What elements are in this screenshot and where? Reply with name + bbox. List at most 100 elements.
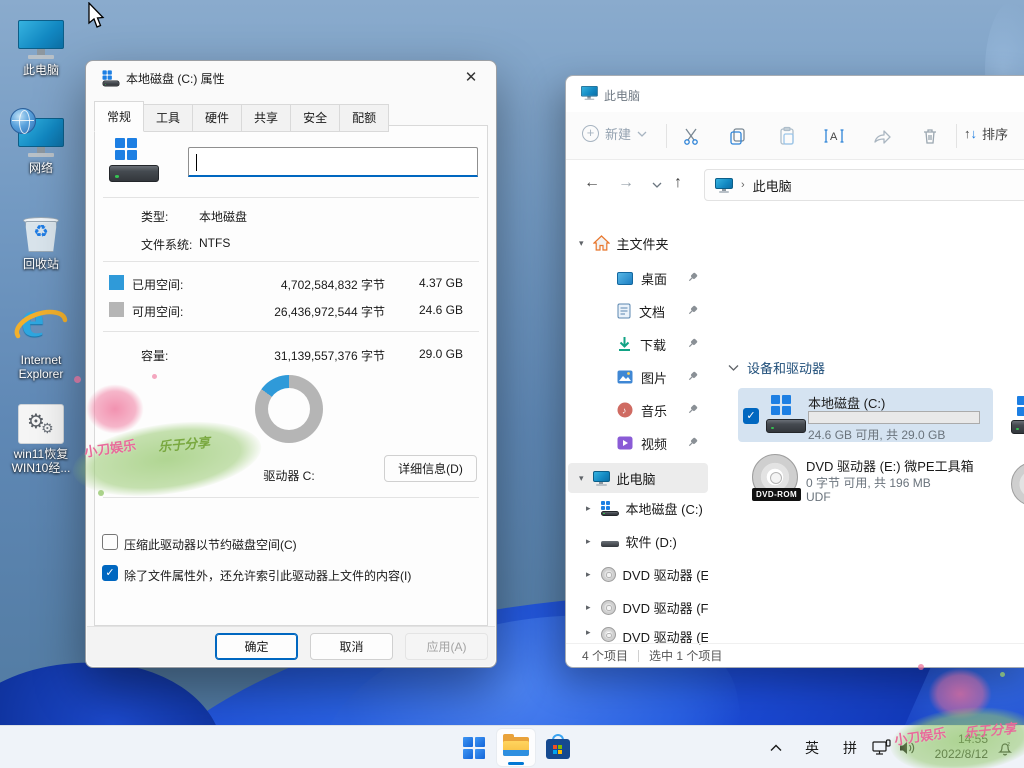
tab-quota[interactable]: 配额 [339,104,389,132]
sidebar-item-label: 此电脑 [617,469,656,488]
dvd-item-e[interactable]: DVD-ROM DVD 驱动器 (E:) 微PE工具箱 0 字节 可用, 共 1… [738,452,993,510]
sidebar-item-desktop[interactable]: 桌面 [568,263,708,293]
copy-button[interactable] [721,119,755,153]
capacity-bytes: 31,139,557,376 字节 [215,347,385,364]
sort-button[interactable]: ↑↓ 排序 [964,124,1008,143]
chevron-right-icon: ▸ [586,536,591,547]
sidebar-item-pictures[interactable]: 图片 [568,362,708,392]
download-icon [617,336,632,352]
taskbar-clock[interactable]: 14:55 2022/8/12 [916,732,988,762]
dialog-title-bar[interactable]: 本地磁盘 (C:) 属性 ✕ [86,61,496,95]
sidebar-item-downloads[interactable]: 下载 [568,329,708,359]
svg-text:z: z [1007,741,1010,748]
chevron-down-icon: ▾ [579,473,584,484]
trash-icon [920,126,940,146]
desktop-icon-this-pc[interactable]: 此电脑 [2,14,80,77]
drive-item-c[interactable]: ✓ 本地磁盘 (C:) 24.6 GB 可用, 共 29.0 GB [738,388,993,442]
videos-icon [617,436,633,450]
tab-sharing[interactable]: 共享 [241,104,291,132]
breadcrumb-item[interactable]: 此电脑 [753,176,792,195]
forward-button[interactable]: → [618,174,634,192]
desktop-icon-win11-restore[interactable]: ⚙⚙ win11恢复 WIN10经... [2,402,80,475]
index-checkbox-label[interactable]: 除了文件属性外，还允许索引此驱动器上文件的内容(I) [124,567,411,584]
explorer-title-bar[interactable]: 此电脑 [566,76,1024,112]
ime-language-indicator[interactable]: 英 [800,726,824,768]
desktop-icon-recycle-bin[interactable]: ♻ 回收站 [2,208,80,271]
drive-caption: 24.6 GB 可用, 共 29.0 GB [808,426,945,443]
partial-drive-item[interactable] [1011,396,1024,436]
sidebar-item-home[interactable]: ▾ 主文件夹 [568,228,708,258]
cancel-button[interactable]: 取消 [310,633,393,660]
tab-tools[interactable]: 工具 [143,104,193,132]
delete-button[interactable] [913,119,947,153]
explorer-navigation-bar: ← → ↑ › 此电脑 [566,160,1024,210]
start-button[interactable] [455,729,493,766]
sidebar-item-label: 音乐 [641,401,667,420]
dvd-rom-badge: DVD-ROM [752,488,801,501]
up-button[interactable]: ↑ [674,174,682,192]
taskbar-store-button[interactable] [539,729,577,766]
network-icon[interactable] [868,726,894,768]
scissors-icon [681,126,701,146]
this-pc-icon [715,178,733,192]
capacity-label: 容量: [141,347,168,364]
sidebar-item-drive-c[interactable]: ▸ 本地磁盘 (C:) [568,493,708,523]
tab-general[interactable]: 常规 [94,101,144,132]
new-button[interactable]: + 新建 [582,124,647,143]
svg-text:A: A [830,131,838,143]
ok-button[interactable]: 确定 [215,633,298,660]
address-bar[interactable]: › 此电脑 [704,169,1024,201]
sidebar-item-documents[interactable]: 文档 [568,296,708,326]
pin-icon [687,338,698,349]
recycle-bin-icon: ♻ [21,210,61,254]
compress-checkbox-label[interactable]: 压缩此驱动器以节约磁盘空间(C) [124,536,297,553]
partial-dvd-item[interactable] [1011,462,1024,508]
toolbar-divider [666,124,667,148]
compress-checkbox[interactable]: ✓ [102,534,118,550]
sidebar-item-label: DVD 驱动器 (E:) [623,565,708,584]
back-button[interactable]: ← [584,174,600,192]
hidden-icons-button[interactable] [764,726,788,768]
sidebar-item-videos[interactable]: 视频 [568,428,708,458]
sidebar-item-label: 软件 (D:) [626,532,677,551]
chevron-right-icon: ▸ [586,503,591,514]
close-icon[interactable]: ✕ [450,63,492,93]
desktop-icon-label: 此电脑 [2,63,80,77]
used-space-bytes: 4,702,584,832 字节 [215,276,385,293]
history-chevron-icon[interactable] [652,181,662,189]
desktop-icon-internet-explorer[interactable]: e Internet Explorer [2,296,80,381]
cut-button[interactable] [674,119,708,153]
desktop-icon-network[interactable]: 网络 [2,112,80,175]
chevron-down-icon [637,130,647,138]
ime-mode-indicator[interactable]: 拼 [838,726,862,768]
index-checkbox[interactable]: ✓ [102,565,118,581]
paste-button[interactable] [770,119,804,153]
share-button[interactable] [865,119,899,153]
notification-bell-icon[interactable]: z [992,726,1018,768]
taskbar-file-explorer-button[interactable] [497,729,535,766]
chevron-down-icon: ▾ [579,238,584,249]
tab-hardware[interactable]: 硬件 [192,104,242,132]
sidebar-item-label: DVD 驱动器 (F:) [623,598,708,617]
filesystem-value: NTFS [199,236,230,250]
details-button[interactable]: 详细信息(D) [384,455,477,482]
tab-security[interactable]: 安全 [290,104,340,132]
pin-icon [687,272,698,283]
free-space-label: 可用空间: [132,303,183,320]
apply-button[interactable]: 应用(A) [405,633,488,660]
document-icon [617,303,631,319]
volume-label-input[interactable] [188,147,478,177]
sidebar-item-drive-d[interactable]: ▸ 软件 (D:) [568,526,708,556]
sidebar-item-dvd-f[interactable]: ▸ DVD 驱动器 (F:) [568,592,708,622]
sidebar-item-music[interactable]: ♪ 音乐 [568,395,708,425]
explorer-status-bar: 4 个项目 选中 1 个项目 [566,643,1024,667]
group-header-devices-and-drives[interactable]: 设备和驱动器 [728,358,825,377]
free-space-size: 24.6 GB [395,303,463,317]
dvd-name: DVD 驱动器 (E:) 微PE工具箱 [806,456,974,475]
sidebar-item-this-pc[interactable]: ▾ 此电脑 [568,463,708,493]
sidebar-item-dvd-e[interactable]: ▸ DVD 驱动器 (E:) [568,559,708,589]
pin-icon [687,305,698,316]
properties-dialog: 本地磁盘 (C:) 属性 ✕ 常规 工具 硬件 共享 安全 配额 类型: 本地磁… [85,60,497,668]
rename-button[interactable]: A [817,119,851,153]
checkbox-checked-icon[interactable]: ✓ [743,408,759,424]
